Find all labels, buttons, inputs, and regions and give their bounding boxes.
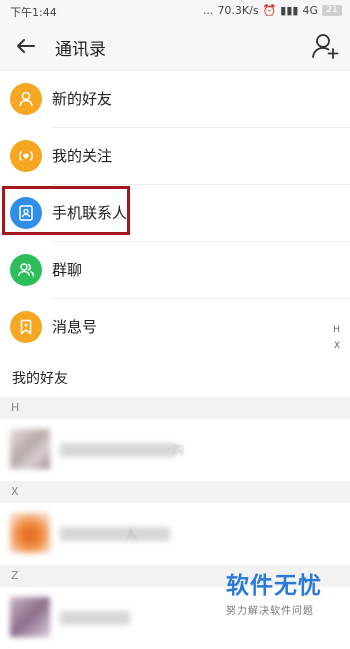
- signal-icon: ▮▮▮: [280, 4, 299, 17]
- group-header-h: H: [0, 397, 350, 419]
- watermark-subtitle: 努力解决软件问题: [226, 606, 314, 617]
- contact-row[interactable]: 购: [0, 419, 350, 481]
- status-bar: 下午1:44 ... 70.3K/s ⏰ ▮▮▮ 4G 21: [0, 0, 350, 22]
- group-header-x: X: [0, 481, 350, 503]
- title-bar: 通讯录: [0, 22, 350, 70]
- index-letter-x[interactable]: X: [334, 341, 340, 351]
- menu-item-message-account[interactable]: 消息号: [0, 299, 350, 355]
- friends-section-title: 我的好友: [0, 353, 350, 397]
- bookmark-icon: [10, 311, 42, 343]
- menu-item-following[interactable]: 我的关注: [0, 128, 350, 184]
- status-dots: ...: [202, 4, 214, 17]
- contact-row[interactable]: 人: [0, 503, 350, 565]
- menu-item-group-chats[interactable]: 群聊: [0, 242, 350, 298]
- add-contact-icon[interactable]: [310, 31, 340, 61]
- contact-name-blurred: [60, 443, 175, 457]
- alarm-icon: ⏰: [262, 4, 277, 17]
- battery-level: 21: [322, 5, 342, 16]
- watermark-title: 软件无忧: [226, 573, 322, 599]
- contact-name-blurred: [60, 527, 170, 541]
- menu-item-label: 群聊: [52, 261, 83, 279]
- contact-name-fragment: 人: [125, 527, 138, 541]
- menu-item-label: 我的关注: [52, 147, 113, 165]
- back-arrow-icon[interactable]: [12, 32, 40, 60]
- highlight-box: [2, 186, 130, 235]
- menu-item-label: 消息号: [52, 318, 98, 336]
- avatar: [10, 513, 50, 553]
- avatar: [10, 597, 50, 637]
- group-letter: H: [11, 401, 20, 414]
- broadcast-icon: [10, 140, 42, 172]
- person-icon: [10, 83, 42, 115]
- status-indicators: ... 70.3K/s ⏰ ▮▮▮ 4G 21: [203, 4, 342, 17]
- net-speed: 70.3K/s: [217, 4, 259, 17]
- menu-item-label: 新的好友: [52, 90, 113, 108]
- menu-item-new-friends[interactable]: 新的好友: [0, 71, 350, 127]
- index-letter-h[interactable]: H: [333, 325, 340, 335]
- contact-name-blurred: [60, 611, 130, 625]
- section-title-text: 我的好友: [12, 371, 68, 387]
- network-type: 4G: [302, 4, 318, 17]
- group-icon: [10, 254, 42, 286]
- watermark: 软件无忧 努力解决软件问题: [226, 566, 336, 617]
- page-title: 通讯录: [55, 40, 106, 60]
- avatar: [10, 429, 50, 469]
- group-letter: Z: [11, 569, 19, 582]
- group-letter: X: [11, 485, 19, 498]
- contact-name-fragment: 购: [172, 443, 185, 457]
- status-time: 下午1:44: [10, 6, 57, 19]
